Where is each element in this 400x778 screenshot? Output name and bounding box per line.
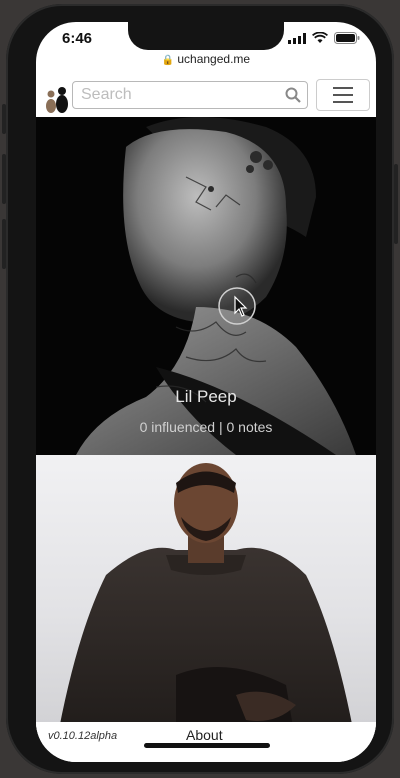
notch <box>128 22 284 50</box>
url-text: uchanged.me <box>177 52 251 66</box>
person-name[interactable]: Lil Peep <box>36 387 376 407</box>
logo-mark <box>46 87 68 113</box>
mute-switch <box>2 104 6 134</box>
search-icon[interactable] <box>285 87 301 103</box>
site-navbar <box>36 77 376 118</box>
person-stats: 0 influenced | 0 notes <box>139 419 273 435</box>
status-icons <box>288 32 360 44</box>
wifi-icon <box>312 32 328 43</box>
site-footer: v0.10.12alpha About <box>36 722 376 762</box>
status-time: 6:46 <box>62 30 93 47</box>
person-photo <box>56 463 356 745</box>
search-box[interactable] <box>72 81 308 109</box>
hamburger-menu-icon <box>333 87 353 89</box>
signal-icon <box>288 32 306 44</box>
volume-down-button <box>2 219 6 269</box>
power-button <box>394 164 398 244</box>
site-logo[interactable] <box>40 79 74 115</box>
search-input[interactable] <box>79 85 283 105</box>
volume-up-button <box>2 154 6 204</box>
phone-screen: 6:46 🔒 uchanged.me Search Lil Peep 0 inf… <box>36 22 376 762</box>
version-label: v0.10.12alpha <box>48 730 118 742</box>
person-card[interactable] <box>36 455 376 745</box>
browser-url-bar[interactable]: 🔒 uchanged.me <box>36 52 376 66</box>
battery-icon <box>334 32 360 44</box>
about-link[interactable]: About <box>186 727 223 743</box>
hamburger-menu-icon-line <box>333 101 353 103</box>
menu-button[interactable] <box>316 79 370 111</box>
person-card[interactable]: Lil Peep 0 influenced | 0 notes <box>36 117 376 455</box>
lock-icon: 🔒 <box>161 55 175 66</box>
home-indicator[interactable] <box>144 743 270 748</box>
phone-frame: 6:46 🔒 uchanged.me Search Lil Peep 0 inf… <box>2 4 398 774</box>
hamburger-menu-icon-line <box>333 94 353 96</box>
pointer-cursor-icon <box>218 287 256 325</box>
